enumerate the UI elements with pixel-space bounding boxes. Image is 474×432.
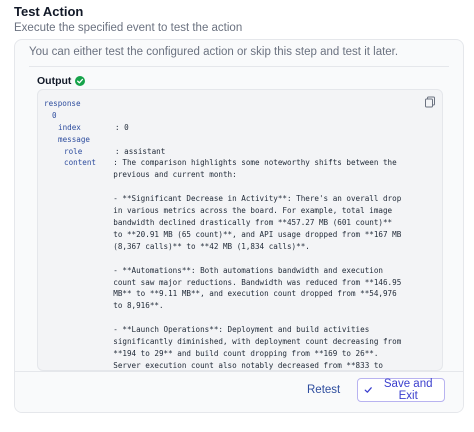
success-check-icon xyxy=(75,76,86,86)
copy-icon[interactable] xyxy=(424,96,436,108)
header: Test Action Execute the specified event … xyxy=(14,4,242,36)
json-row-message: message xyxy=(44,134,404,146)
check-icon xyxy=(364,387,372,393)
json-key: message xyxy=(58,134,91,144)
json-output: response 0 index : 0 message role : assist… xyxy=(44,98,404,370)
json-key: response xyxy=(44,99,81,108)
json-key: index xyxy=(58,122,81,132)
json-key: role xyxy=(64,146,83,156)
test-action-card: You can either test the configured actio… xyxy=(14,39,464,413)
save-and-exit-button[interactable]: Save and Exit xyxy=(357,378,445,402)
retest-button[interactable]: Retest xyxy=(307,384,340,396)
json-row-index: index : 0 xyxy=(44,122,404,134)
json-row-content: content : The comparison highlights some… xyxy=(44,157,404,370)
json-key: 0 xyxy=(52,110,57,120)
output-panel[interactable]: response 0 index : 0 message role : assist… xyxy=(37,89,443,371)
save-and-exit-label: Save and Exit xyxy=(383,378,433,402)
footer: Retest Save and Exit xyxy=(15,371,463,412)
json-row-role: role : assistant xyxy=(44,146,404,158)
info-text: You can either test the configured actio… xyxy=(29,46,399,58)
json-value: : assistant xyxy=(115,146,166,156)
json-row-index0: 0 xyxy=(44,110,404,122)
json-value: : The comparison highlights some notewor… xyxy=(113,158,402,370)
page-title: Test Action xyxy=(14,4,84,19)
json-key: content xyxy=(64,158,97,168)
json-value: : 0 xyxy=(115,122,129,132)
output-label-text: Output xyxy=(37,75,72,87)
json-row-response: response xyxy=(44,98,404,110)
page-subtitle: Execute the specified event to test the … xyxy=(14,22,243,34)
divider xyxy=(29,66,449,67)
output-label: Output xyxy=(37,75,86,87)
